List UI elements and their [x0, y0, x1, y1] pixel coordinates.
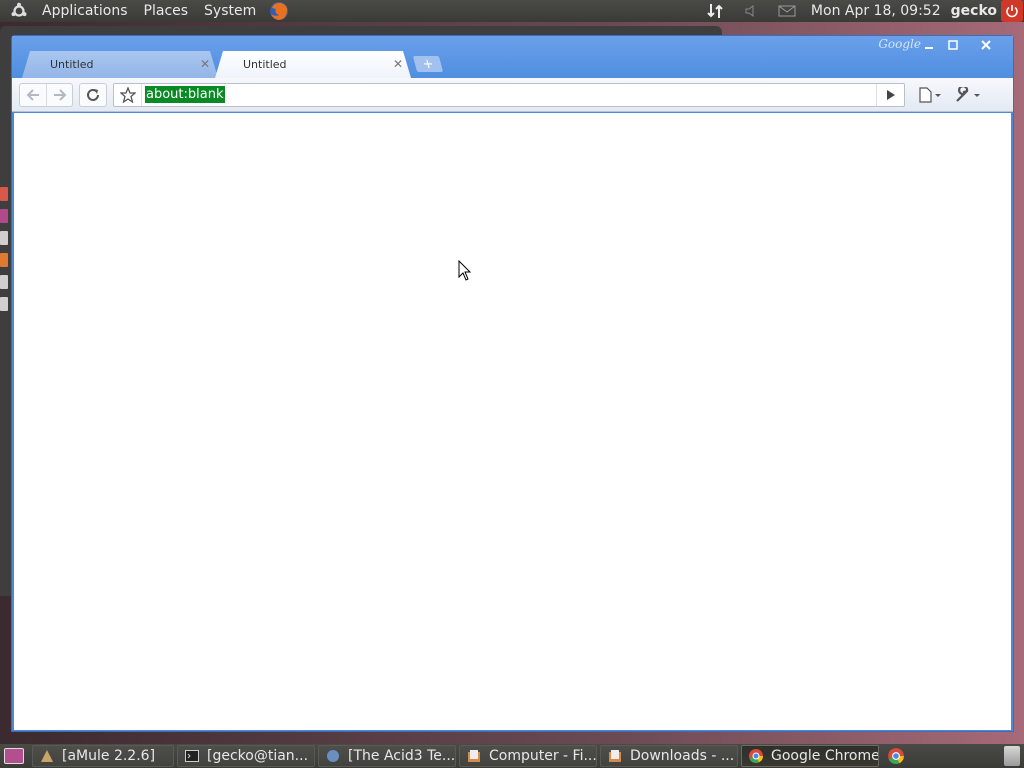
google-brand-label: Google — [878, 37, 921, 51]
clock[interactable]: Mon Apr 18, 09:52 — [805, 3, 947, 19]
taskbar-item-label: [The Acid3 Te... — [348, 748, 456, 764]
taskbar-item-computer[interactable]: Computer - Fi... — [459, 745, 597, 767]
chrome-titlebar[interactable]: Google Untitled ✕ Untitled ✕ + — [12, 36, 1013, 78]
taskbar-item-terminal[interactable]: [gecko@tian... — [177, 745, 315, 767]
taskbar-item-label: [aMule 2.2.6] — [62, 748, 156, 764]
maximize-button[interactable] — [941, 37, 965, 53]
wrench-menu-button[interactable] — [953, 83, 983, 107]
top-panel: Applications Places System Mon Apr 18, 0… — [0, 0, 1024, 22]
main-menu: Applications Places System — [0, 0, 290, 22]
mouse-cursor-icon — [458, 260, 472, 281]
trash-icon[interactable] — [1004, 746, 1020, 766]
address-bar[interactable]: about:blank — [113, 82, 905, 107]
network-icon[interactable] — [706, 2, 724, 20]
volume-icon[interactable] — [742, 2, 760, 20]
taskbar-item-google-chrome[interactable]: Google Chrome — [741, 745, 879, 767]
tab-untitled-1[interactable]: Untitled ✕ — [22, 51, 218, 78]
taskbar-item-label: Google Chrome — [771, 748, 879, 764]
chrome-icon — [748, 748, 764, 764]
taskbar-item-label: [gecko@tian... — [207, 748, 309, 764]
navigation-buttons — [19, 82, 73, 107]
close-tab-icon[interactable]: ✕ — [200, 57, 210, 71]
user-name[interactable]: gecko — [947, 3, 1001, 19]
globe-icon — [325, 748, 341, 764]
system-tray: Mon Apr 18, 09:52 gecko — [697, 0, 1024, 22]
close-tab-icon[interactable]: ✕ — [393, 57, 403, 71]
new-tab-button[interactable]: + — [412, 56, 444, 72]
terminal-icon — [184, 748, 200, 764]
taskbar-item-downloads[interactable]: Downloads - ... — [600, 745, 738, 767]
tab-untitled-2[interactable]: Untitled ✕ — [215, 51, 411, 78]
chrome-quicklaunch-icon[interactable] — [884, 745, 908, 767]
taskbar-item-label: Downloads - ... — [630, 748, 735, 764]
minimize-button[interactable] — [917, 37, 941, 53]
chrome-window: Google Untitled ✕ Untitled ✕ + about:bla… — [11, 35, 1014, 732]
go-button[interactable] — [876, 83, 904, 106]
bookmark-star-icon[interactable] — [114, 83, 142, 106]
back-button[interactable] — [20, 84, 46, 106]
firefox-launcher-icon[interactable] — [268, 0, 290, 22]
forward-button[interactable] — [46, 83, 72, 106]
mail-icon[interactable] — [778, 2, 796, 20]
folder-icon — [607, 748, 623, 764]
power-icon[interactable] — [1001, 0, 1023, 22]
page-menu-button[interactable] — [915, 83, 945, 107]
tab-title: Untitled — [243, 58, 287, 71]
page-content[interactable] — [14, 113, 1011, 730]
tab-title: Untitled — [50, 58, 94, 71]
close-window-button[interactable] — [973, 37, 999, 53]
ubuntu-logo-icon[interactable] — [10, 2, 28, 20]
taskbar-item-acid3[interactable]: [The Acid3 Te... — [318, 745, 456, 767]
url-field[interactable]: about:blank — [145, 86, 225, 103]
bottom-panel: [aMule 2.2.6] [gecko@tian... [The Acid3 … — [0, 744, 1024, 768]
amule-icon — [39, 748, 55, 764]
taskbar-item-label: Computer - Fi... — [489, 748, 597, 764]
folder-icon — [466, 748, 482, 764]
reload-button[interactable] — [79, 82, 107, 107]
menu-applications[interactable]: Applications — [34, 0, 136, 22]
show-desktop-icon[interactable] — [4, 748, 24, 764]
menu-places[interactable]: Places — [136, 0, 197, 22]
menu-system[interactable]: System — [196, 0, 264, 22]
taskbar-item-amule[interactable]: [aMule 2.2.6] — [32, 745, 174, 767]
browser-toolbar: about:blank — [12, 78, 1013, 112]
